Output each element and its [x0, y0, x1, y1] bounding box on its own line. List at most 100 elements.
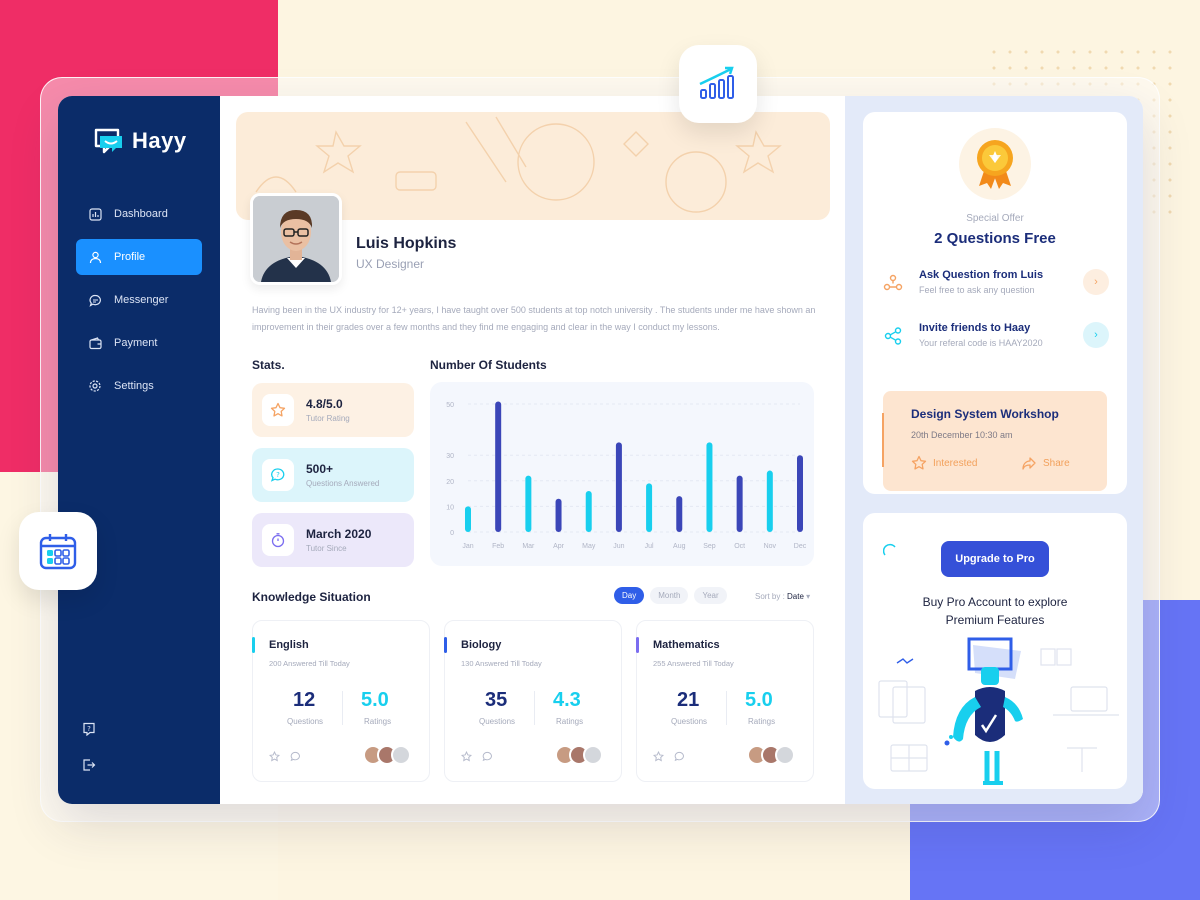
sort-dropdown[interactable]: Sort by : Date ▾ — [755, 592, 810, 601]
invite-friends-row[interactable]: Invite friends to Haay Your referal code… — [883, 320, 1109, 352]
help-icon[interactable]: ? — [82, 722, 96, 737]
bar-jun — [615, 442, 622, 532]
profile-name: Luis Hopkins — [356, 235, 457, 252]
student-avatars — [363, 745, 411, 765]
card-actions — [461, 751, 493, 762]
questions-value: 35 — [485, 689, 508, 711]
comment-icon[interactable] — [482, 751, 493, 762]
x-tick-label: Nov — [764, 543, 777, 550]
share-button[interactable]: Share — [1021, 455, 1070, 471]
x-tick-label: Dec — [794, 543, 807, 550]
ratings-value: 4.3 — [553, 689, 581, 711]
sidebar-item-settings[interactable]: Settings — [76, 368, 202, 404]
connect-icon — [883, 274, 903, 291]
logo: Hayy — [92, 124, 187, 158]
pro-text-line1: Buy Pro Account to explore — [922, 595, 1068, 609]
answered-count: 130 Answered Till Today — [461, 659, 542, 668]
x-tick-label: Jun — [613, 543, 624, 550]
x-tick-label: Feb — [492, 543, 504, 550]
card-actions — [653, 751, 685, 762]
row-subtitle: Feel free to ask any question — [919, 285, 1035, 295]
right-panel: Special Offer 2 Questions Free Ask Quest… — [845, 96, 1143, 804]
bar-apr — [555, 498, 562, 532]
sidebar-nav: Dashboard Profile Messenger Payment Sett… — [76, 196, 202, 411]
student-avatars — [747, 745, 795, 765]
ratings-label: Ratings — [748, 717, 776, 726]
offer-title: 2 Questions Free — [934, 230, 1056, 247]
user-icon — [88, 250, 102, 264]
stat-card-since: March 2020 Tutor Since — [252, 513, 414, 567]
robot-illustration — [878, 637, 1119, 785]
logout-icon[interactable] — [82, 758, 96, 772]
answered-count: 200 Answered Till Today — [269, 659, 350, 668]
avatar — [775, 745, 795, 765]
logo-icon — [94, 128, 122, 154]
questions-value: 12 — [293, 689, 316, 711]
calendar-icon — [39, 534, 77, 570]
divider — [726, 691, 727, 725]
sidebar-item-label: Settings — [114, 380, 154, 392]
chevron-right-icon[interactable]: › — [1083, 269, 1109, 295]
questions-label: Questions — [671, 717, 708, 726]
sidebar-item-profile[interactable]: Profile — [76, 239, 202, 275]
x-tick-label: Aug — [673, 543, 686, 550]
avatar — [391, 745, 411, 765]
x-tick-label: Mar — [522, 543, 535, 550]
stat-value: 500+ — [306, 462, 334, 476]
student-avatars — [555, 745, 603, 765]
knowledge-card-english[interactable]: English 200 Answered Till Today 12 Quest… — [252, 620, 430, 782]
profile-bio: Having been in the UX industry for 12+ y… — [252, 305, 816, 332]
event-accent — [882, 413, 884, 467]
students-bar-chart: 0 10 20 30 50 Jan Feb Mar Apr May Jun Jul Aug Sep Oct N… — [446, 401, 807, 550]
row-title: Invite friends to Haay — [919, 322, 1031, 334]
profile-role: UX Designer — [356, 257, 425, 271]
bar-jul — [646, 483, 653, 532]
sidebar-item-label: Payment — [114, 337, 158, 349]
bar-may — [585, 491, 592, 532]
tab-day[interactable]: Day — [614, 587, 645, 604]
star-icon[interactable] — [269, 751, 280, 762]
share-label: Share — [1043, 457, 1070, 469]
growth-chart-badge — [679, 45, 757, 123]
pro-description: Buy Pro Account to explore Premium Featu… — [863, 593, 1127, 629]
comment-icon[interactable] — [674, 751, 685, 762]
comment-icon[interactable] — [290, 751, 301, 762]
upgrade-pro-button[interactable]: Upgrade to Pro — [941, 541, 1049, 577]
ask-question-row[interactable]: Ask Question from Luis Feel free to ask … — [883, 267, 1109, 299]
wallet-icon — [88, 336, 102, 350]
app-window: Hayy Dashboard Profile Messenger Payment… — [58, 96, 1143, 804]
x-tick-label: Jan — [462, 543, 473, 550]
answered-count: 255 Answered Till Today — [653, 659, 734, 668]
share-icon — [884, 327, 902, 345]
interested-label: Interested — [933, 457, 978, 469]
subject-title: Mathematics — [653, 639, 720, 651]
sidebar-item-dashboard[interactable]: Dashboard — [76, 196, 202, 232]
ratings-label: Ratings — [364, 717, 392, 726]
sidebar-item-label: Dashboard — [114, 208, 168, 220]
subject-title: English — [269, 639, 309, 651]
offer-label: Special Offer — [966, 213, 1024, 224]
questions-label: Questions — [287, 717, 324, 726]
y-tick-label: 30 — [446, 453, 454, 460]
event-card[interactable]: Design System Workshop 20th December 10:… — [882, 391, 1107, 491]
students-chart: 0 10 20 30 50 Jan Feb Mar Apr May Jun Jul Aug Sep Oct N… — [430, 382, 814, 566]
interested-button[interactable]: Interested — [911, 455, 977, 471]
chat-icon — [88, 293, 102, 307]
bar-sep — [706, 442, 713, 532]
tab-month[interactable]: Month — [650, 587, 689, 604]
x-tick-label: Sep — [703, 543, 716, 550]
knowledge-card-mathematics[interactable]: Mathematics 255 Answered Till Today 21 Q… — [636, 620, 814, 782]
star-icon[interactable] — [461, 751, 472, 762]
knowledge-card-biology[interactable]: Biology 130 Answered Till Today 35 Quest… — [444, 620, 622, 782]
chevron-right-icon[interactable]: › — [1083, 322, 1109, 348]
bar-dec — [797, 455, 803, 532]
medal-icon — [959, 128, 1031, 200]
event-title: Design System Workshop — [911, 407, 1059, 421]
sidebar-item-messenger[interactable]: Messenger — [76, 282, 202, 318]
card-accent — [636, 637, 639, 653]
bar-nov — [766, 470, 773, 532]
period-toggle: Day Month Year — [614, 587, 727, 604]
sidebar-item-payment[interactable]: Payment — [76, 325, 202, 361]
tab-year[interactable]: Year — [694, 587, 727, 604]
star-icon[interactable] — [653, 751, 664, 762]
